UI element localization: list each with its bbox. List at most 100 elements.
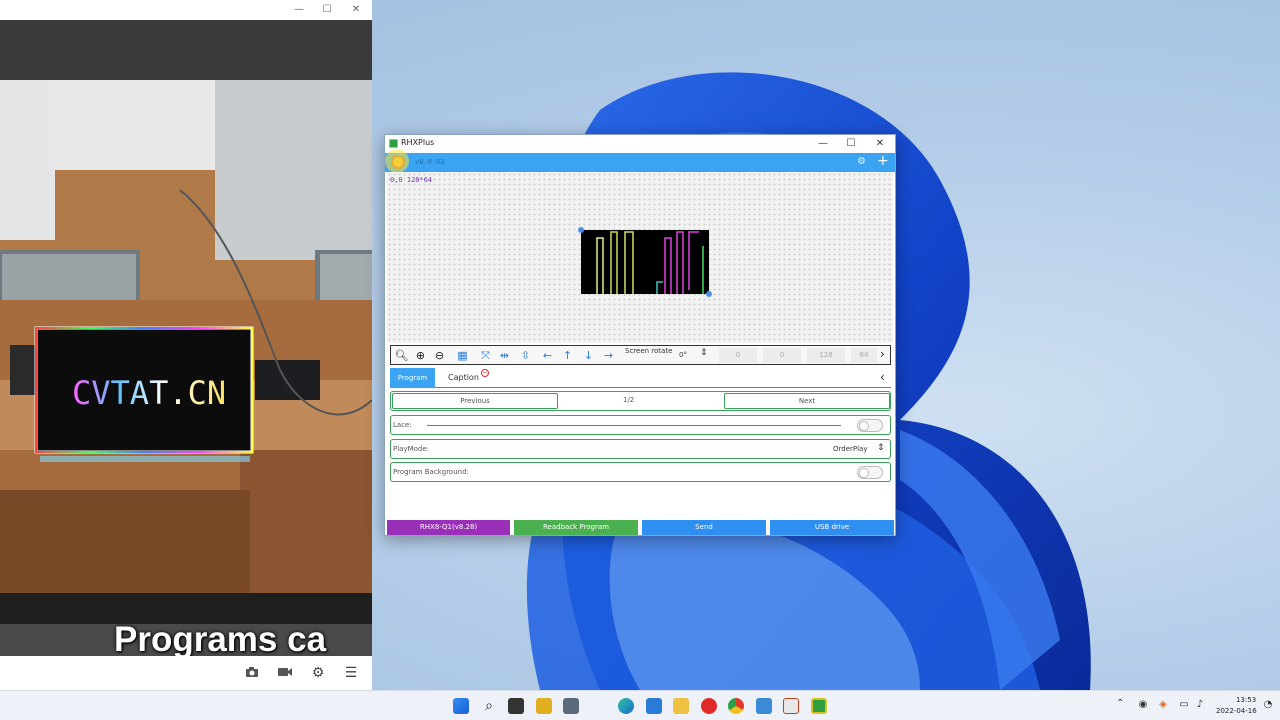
canvas-toolbar: 🔍︎ ⊕ ⊖ ▦ ⤧ ⇹ ⇳ ← ↑ ↓ → Screen rotate 0° … bbox=[390, 345, 891, 365]
zoom-out-icon[interactable]: ⊖ bbox=[432, 348, 447, 363]
rotate-spinner-icon[interactable]: ⇕ bbox=[700, 348, 708, 358]
align-top-icon[interactable]: ↑ bbox=[560, 348, 575, 363]
calculator-icon[interactable] bbox=[563, 698, 579, 714]
send-button[interactable]: Send bbox=[642, 520, 766, 535]
tab-program[interactable]: Program bbox=[390, 368, 435, 388]
zoom-in-icon[interactable]: ⊕ bbox=[413, 348, 428, 363]
canvas-coordinates: 0,0 128*64 bbox=[390, 176, 433, 184]
resize-handle-top-left[interactable] bbox=[578, 227, 584, 233]
clock-date[interactable]: 2022-04-16 bbox=[1216, 707, 1257, 715]
network-icon[interactable]: ◉ bbox=[1137, 699, 1149, 711]
design-canvas[interactable]: 0,0 128*64 bbox=[387, 172, 893, 343]
cursor-highlight bbox=[385, 149, 409, 173]
screen-rotate-value[interactable]: 0° bbox=[679, 351, 687, 359]
minimize-button[interactable]: — bbox=[809, 135, 837, 153]
rhxplus-window: RHXPlus — ☐ ✕ v8.0.63 ⚙ + 0,0 128*64 🔍︎ … bbox=[384, 134, 896, 536]
maximize-button[interactable]: ☐ bbox=[312, 0, 342, 20]
rhxplus-app-icon bbox=[389, 139, 398, 148]
settings-gear-icon[interactable]: ⚙ bbox=[857, 156, 866, 167]
pdf-icon[interactable] bbox=[783, 698, 799, 714]
close-button[interactable]: ✕ bbox=[866, 135, 894, 153]
minimize-button[interactable]: — bbox=[284, 0, 314, 20]
zoom-icon[interactable]: 🔍︎ bbox=[394, 348, 409, 363]
usb-drive-button[interactable]: USB drive bbox=[770, 520, 894, 535]
page-indicator: 1/2 bbox=[623, 396, 635, 404]
display-icon[interactable]: ▭ bbox=[1178, 699, 1190, 711]
edge-icon[interactable] bbox=[618, 698, 634, 714]
paint-icon[interactable] bbox=[536, 698, 552, 714]
center-vertical-icon[interactable]: ⇳ bbox=[518, 348, 533, 363]
playmode-spinner-icon[interactable]: ⇕ bbox=[877, 443, 885, 453]
readback-program-button[interactable]: Readback Program bbox=[514, 520, 638, 535]
remove-caption-icon[interactable]: − bbox=[481, 369, 489, 377]
grid-icon[interactable]: ▦ bbox=[455, 348, 470, 363]
playmode-select[interactable]: OrderPlay bbox=[833, 445, 868, 453]
preview-graphics bbox=[596, 231, 704, 294]
align-bottom-icon[interactable]: ↓ bbox=[581, 348, 596, 363]
program-background-row: Program Background: bbox=[390, 462, 891, 482]
program-background-label: Program Background: bbox=[393, 468, 469, 476]
version-label: v8.0.63 bbox=[415, 158, 445, 166]
task-view-icon[interactable] bbox=[508, 698, 524, 714]
chevron-right-icon[interactable]: › bbox=[880, 347, 885, 361]
previous-button[interactable]: Previous bbox=[392, 393, 558, 409]
mail-icon[interactable] bbox=[646, 698, 662, 714]
notification-icon[interactable]: ◔ bbox=[1262, 699, 1274, 711]
camera-header-bar bbox=[0, 20, 372, 80]
resize-handle-bottom-right[interactable] bbox=[706, 291, 712, 297]
menu-icon[interactable]: ☰ bbox=[342, 664, 360, 682]
lace-label: Lace: bbox=[393, 421, 412, 429]
camera-icon[interactable] bbox=[243, 664, 261, 682]
tray-chevron-up-icon[interactable]: ⌃ bbox=[1116, 698, 1124, 709]
search-icon[interactable]: ⌕ bbox=[481, 698, 497, 714]
width-field[interactable]: 128 bbox=[807, 348, 845, 363]
device-button[interactable]: RHX8-Q1(v8.28) bbox=[387, 520, 510, 535]
led-sign-text: CVTAT.CN bbox=[72, 374, 226, 412]
opera-icon[interactable] bbox=[701, 698, 717, 714]
maximize-button[interactable]: ☐ bbox=[837, 135, 865, 153]
add-icon[interactable]: + bbox=[877, 153, 889, 169]
clock-time[interactable]: 13:53 bbox=[1236, 696, 1256, 704]
y-field[interactable]: 0 bbox=[763, 348, 801, 363]
chrome-icon[interactable] bbox=[728, 698, 744, 714]
camera-toolbar: ⚙ ☰ bbox=[0, 656, 372, 690]
gear-icon[interactable]: ⚙ bbox=[309, 664, 327, 682]
video-camera-icon[interactable] bbox=[276, 664, 294, 682]
align-right-icon[interactable]: → bbox=[601, 348, 616, 363]
height-field[interactable]: 64 bbox=[851, 348, 877, 363]
lace-row: Lace: bbox=[390, 415, 891, 435]
app-icon[interactable] bbox=[756, 698, 772, 714]
video-caption: Programs ca bbox=[114, 620, 327, 659]
fit-screen-icon[interactable]: ⤧ bbox=[478, 348, 493, 363]
center-horizontal-icon[interactable]: ⇹ bbox=[497, 348, 512, 363]
camera-scene: CVTAT.CN bbox=[0, 80, 372, 593]
playmode-label: PlayMode: bbox=[393, 445, 430, 453]
start-icon[interactable] bbox=[453, 698, 469, 714]
program-background-toggle[interactable] bbox=[857, 466, 883, 479]
window-title: RHXPlus bbox=[401, 138, 435, 147]
camera-titlebar: — ☐ ✕ bbox=[0, 0, 372, 20]
security-icon[interactable]: ◈ bbox=[1157, 699, 1169, 711]
led-screen-preview[interactable] bbox=[581, 230, 709, 294]
rhx-header-bar: v8.0.63 ⚙ + bbox=[385, 153, 895, 172]
rhx-titlebar: RHXPlus — ☐ ✕ bbox=[385, 135, 895, 153]
camera-view: CVTAT.CN bbox=[0, 80, 372, 593]
file-explorer-icon[interactable] bbox=[673, 698, 689, 714]
chevron-left-icon[interactable]: ‹ bbox=[880, 370, 885, 384]
toggle-knob bbox=[859, 421, 869, 431]
tab-caption[interactable]: Caption bbox=[448, 368, 479, 388]
pager-row: Previous 1/2 Next bbox=[390, 391, 891, 411]
lace-slider[interactable] bbox=[427, 425, 841, 426]
lace-toggle[interactable] bbox=[857, 419, 883, 432]
taskbar: ⌕ ⌃ ◉ ◈ ▭ ♪ 13:53 2022-04-16 ◔ bbox=[0, 690, 1280, 720]
toggle-knob bbox=[859, 468, 869, 478]
next-button[interactable]: Next bbox=[724, 393, 890, 409]
align-left-icon[interactable]: ← bbox=[540, 348, 555, 363]
tab-bar: Program Caption − ‹ bbox=[390, 368, 891, 388]
rhxplus-icon[interactable] bbox=[811, 698, 827, 714]
close-button[interactable]: ✕ bbox=[341, 0, 371, 20]
screen-rotate-label: Screen rotate bbox=[625, 347, 673, 355]
playmode-row: PlayMode: OrderPlay ⇕ bbox=[390, 439, 891, 459]
volume-icon[interactable]: ♪ bbox=[1194, 699, 1206, 711]
x-field[interactable]: 0 bbox=[719, 348, 757, 363]
